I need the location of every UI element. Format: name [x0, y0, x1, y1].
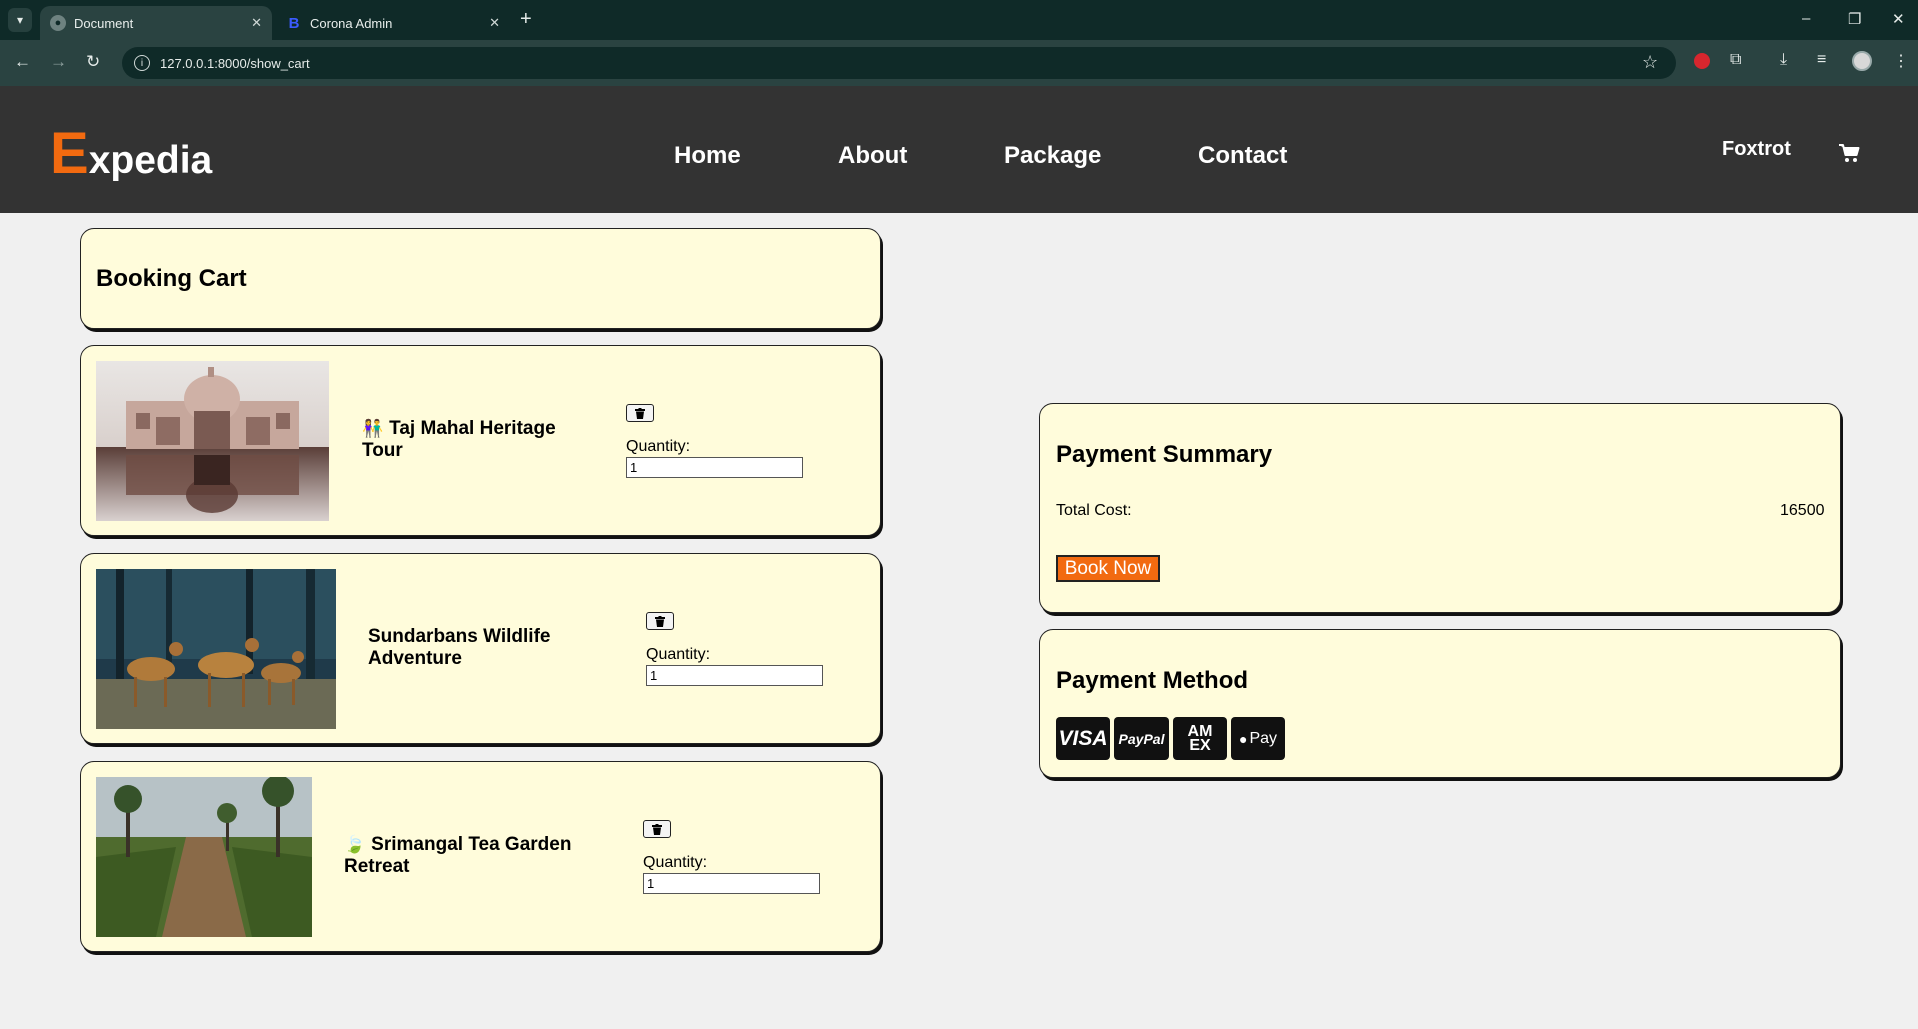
- restore-icon[interactable]: ❐: [1848, 10, 1861, 28]
- quantity-input[interactable]: 1: [646, 665, 823, 686]
- close-icon[interactable]: ✕: [489, 15, 500, 31]
- quantity-label: Quantity:: [643, 854, 708, 871]
- cart-item-name: 🍃 Srimangal Tea Garden Retreat: [344, 834, 572, 877]
- trash-icon: [655, 615, 665, 627]
- bookmark-star-icon[interactable]: ☆: [1642, 52, 1658, 73]
- quantity-input[interactable]: 1: [643, 873, 820, 894]
- payment-summary-title: Payment Summary: [1056, 441, 1273, 468]
- quantity-label: Quantity:: [626, 438, 691, 455]
- taj-mahal-image: [96, 361, 329, 521]
- window-close-icon[interactable]: ✕: [1892, 10, 1905, 28]
- total-cost-label: Total Cost:: [1056, 502, 1132, 519]
- amex-icon[interactable]: AM EX: [1173, 717, 1227, 760]
- tab-search-button[interactable]: ▾: [8, 8, 32, 32]
- nav-contact[interactable]: Contact: [1198, 142, 1287, 170]
- quantity-input[interactable]: 1: [626, 457, 803, 478]
- visa-icon[interactable]: VISA: [1056, 717, 1110, 760]
- shopping-cart-icon[interactable]: [1838, 143, 1860, 168]
- site-info-icon[interactable]: i: [134, 55, 150, 71]
- apple-pay-icon[interactable]: ● Pay: [1231, 717, 1285, 760]
- profile-avatar[interactable]: [1852, 51, 1872, 71]
- menu-kebab-icon[interactable]: ⋮: [1893, 51, 1909, 71]
- tab-label: Document: [74, 15, 134, 31]
- tab-document[interactable]: ● Document ✕: [40, 6, 272, 40]
- tab-corona-admin[interactable]: B Corona Admin ✕: [276, 6, 510, 40]
- close-icon[interactable]: ✕: [251, 15, 262, 31]
- trash-icon: [635, 407, 645, 419]
- extension-icon[interactable]: [1694, 53, 1710, 69]
- nav-home[interactable]: Home: [674, 142, 741, 170]
- apple-logo-icon: ●: [1238, 730, 1248, 747]
- media-control-icon[interactable]: ≡: [1817, 51, 1826, 69]
- nav-package[interactable]: Package: [1004, 142, 1101, 170]
- total-cost-value: 16500: [1780, 502, 1825, 519]
- cart-item-name: 👫 Taj Mahal Heritage Tour: [362, 418, 556, 461]
- payment-method-title: Payment Method: [1056, 667, 1249, 694]
- delete-item-button[interactable]: [626, 404, 654, 422]
- address-bar[interactable]: i 127.0.0.1:8000/show_cart: [122, 47, 1676, 79]
- forward-icon[interactable]: →: [50, 52, 67, 72]
- globe-icon: ●: [50, 15, 66, 31]
- delete-item-button[interactable]: [643, 820, 671, 838]
- nav-about[interactable]: About: [838, 142, 907, 170]
- delete-item-button[interactable]: [646, 612, 674, 630]
- b-logo-icon: B: [288, 14, 300, 32]
- paypal-icon[interactable]: PayPal: [1114, 717, 1169, 760]
- tab-label: Corona Admin: [310, 15, 393, 31]
- book-now-button[interactable]: Book Now: [1056, 555, 1160, 582]
- sundarbans-deer-image: [96, 569, 336, 729]
- new-tab-button[interactable]: +: [520, 9, 532, 29]
- booking-cart-title: Booking Cart: [96, 265, 247, 292]
- download-icon[interactable]: ⤓: [1780, 51, 1787, 69]
- minimize-icon[interactable]: –: [1802, 10, 1810, 27]
- browser-tab-bar: ▾ ● Document ✕ B Corona Admin ✕ + – ❐ ✕: [0, 0, 1918, 40]
- site-header: [0, 86, 1918, 213]
- user-name[interactable]: Foxtrot: [1722, 138, 1791, 161]
- back-icon[interactable]: ←: [14, 52, 31, 72]
- quantity-label: Quantity:: [646, 646, 711, 663]
- url-text: 127.0.0.1:8000/show_cart: [160, 55, 310, 71]
- reload-icon[interactable]: ↻: [86, 52, 100, 72]
- trash-icon: [652, 823, 662, 835]
- extensions-puzzle-icon[interactable]: ⧉: [1730, 51, 1741, 69]
- site-logo[interactable]: Expedia: [50, 120, 212, 187]
- cart-item-name: Sundarbans Wildlife Adventure: [368, 626, 551, 669]
- srimangal-tea-garden-image: [96, 775, 312, 937]
